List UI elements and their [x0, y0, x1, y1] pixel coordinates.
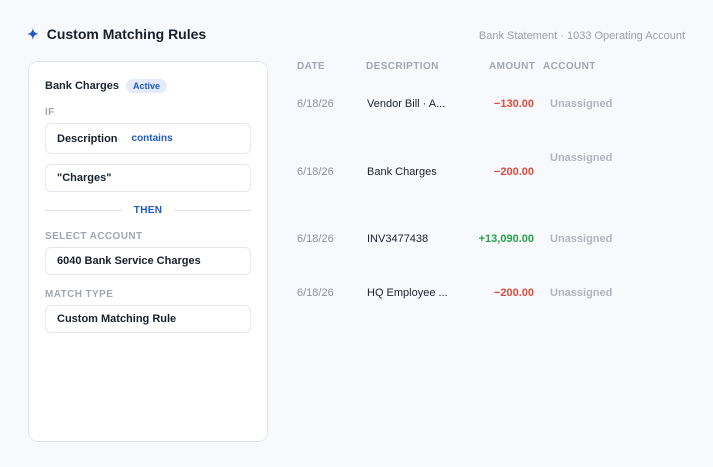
- row-amount: −200.00: [493, 166, 534, 178]
- row-amount: −130.00: [493, 98, 534, 110]
- row-account[interactable]: Unassigned: [550, 233, 612, 245]
- account-select[interactable]: 6040 Bank Service Charges: [45, 247, 251, 275]
- column-header-account: ACCOUNT: [543, 61, 596, 72]
- row-description: HQ Employee ...: [367, 287, 448, 299]
- row-amount: −200.00: [493, 287, 534, 299]
- condition-field-label: Description: [57, 132, 118, 145]
- condition-field-selector[interactable]: Description contains: [45, 123, 251, 154]
- select-account-label: SELECT ACCOUNT: [45, 231, 143, 242]
- page-title: ✦ Custom Matching Rules: [27, 26, 206, 42]
- row-account[interactable]: Unassigned: [550, 152, 612, 164]
- column-header-date: DATE: [297, 61, 326, 72]
- row-description: INV3477438: [367, 233, 429, 245]
- row-amount: +13,090.00: [478, 233, 534, 245]
- match-type-label: MATCH TYPE: [45, 289, 114, 300]
- rule-header: Bank Charges Active: [45, 79, 167, 93]
- if-label: IF: [45, 107, 55, 118]
- row-date: 6/18/26: [297, 98, 334, 110]
- column-header-amount: AMOUNT: [489, 61, 536, 72]
- then-divider: THEN: [45, 205, 252, 216]
- rule-name: Bank Charges: [45, 80, 119, 92]
- condition-operator[interactable]: contains: [132, 133, 173, 144]
- row-description: Vendor Bill · A...: [367, 98, 446, 110]
- match-type-select[interactable]: Custom Matching Rule: [45, 305, 251, 333]
- row-account[interactable]: Unassigned: [550, 287, 612, 299]
- status-badge: Active: [125, 79, 167, 93]
- rule-card: Bank Charges Active IF Description conta…: [28, 61, 268, 442]
- row-date: 6/18/26: [297, 287, 334, 299]
- divider-line-right: [174, 210, 252, 211]
- sparkle-icon: ✦: [27, 26, 39, 42]
- divider-line-left: [45, 210, 122, 211]
- then-label: THEN: [133, 205, 163, 216]
- column-header-description: DESCRIPTION: [366, 61, 439, 72]
- row-account[interactable]: Unassigned: [550, 98, 612, 110]
- row-date: 6/18/26: [297, 166, 334, 178]
- page-title-text: Custom Matching Rules: [46, 26, 207, 42]
- statement-subtitle: Bank Statement · 1033 Operating Account: [478, 30, 685, 42]
- condition-value-input[interactable]: "Charges": [45, 164, 251, 192]
- row-description: Bank Charges: [367, 166, 437, 178]
- row-date: 6/18/26: [297, 233, 334, 245]
